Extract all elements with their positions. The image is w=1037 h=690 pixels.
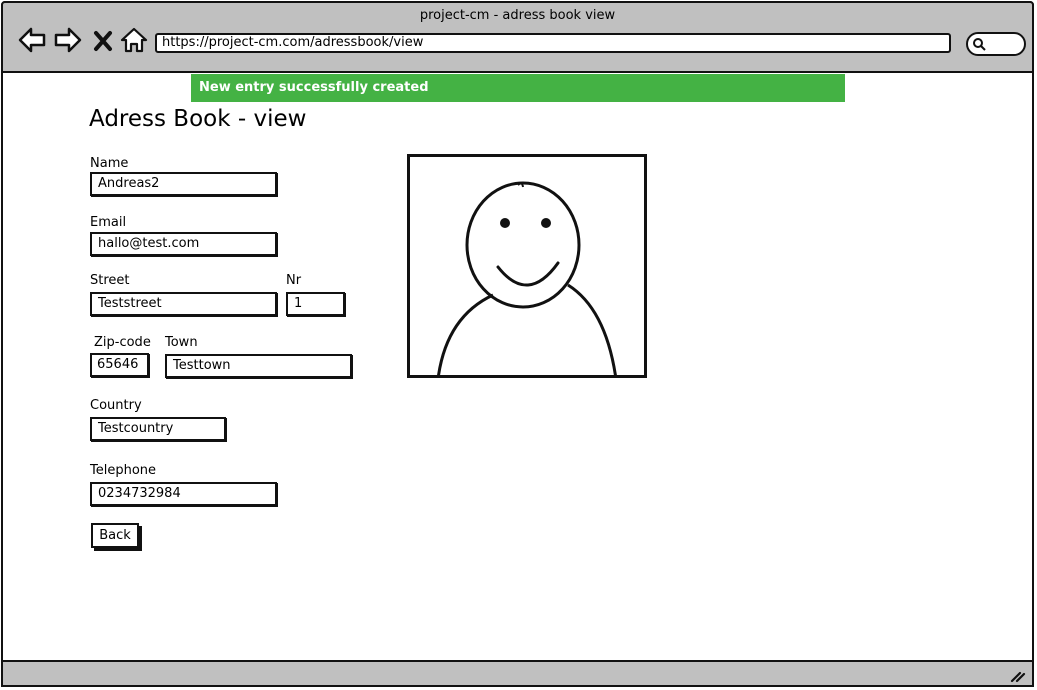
arrow-right-icon[interactable] [53,25,83,55]
success-alert: New entry successfully created [191,74,845,102]
zip-field[interactable]: 65646 [90,353,149,377]
telephone-field[interactable]: 0234732984 [90,482,277,506]
back-button[interactable]: Back [91,523,139,548]
country-label: Country [90,398,142,413]
street-label: Street [90,273,130,288]
name-field[interactable]: Andreas2 [90,172,277,196]
url-input[interactable]: https://project-cm.com/adressbook/view [155,33,951,53]
page-title: Adress Book - view [89,106,307,132]
country-field[interactable]: Testcountry [90,417,226,441]
name-label: Name [90,156,129,171]
browser-search-field[interactable] [966,32,1026,56]
email-label: Email [90,215,127,230]
close-icon[interactable] [91,25,115,55]
window-title: project-cm - adress book view [419,8,616,23]
nr-label: Nr [286,273,302,288]
status-bar [1,660,1034,687]
town-field[interactable]: Testtown [165,354,352,378]
email-field[interactable]: hallo@test.com [90,232,277,256]
zip-label: Zip-code [94,335,151,350]
browser-toolbar: project-cm - adress book view https://pr… [1,1,1034,73]
town-label: Town [165,335,198,350]
resize-grip-icon[interactable] [1010,667,1026,683]
arrow-left-icon[interactable] [17,25,47,55]
nr-field[interactable]: 1 [286,292,345,316]
telephone-label: Telephone [90,463,157,478]
home-icon[interactable] [119,25,149,55]
user-avatar-placeholder [407,154,647,378]
street-field[interactable]: Teststreet [90,292,277,316]
search-icon [973,38,986,51]
